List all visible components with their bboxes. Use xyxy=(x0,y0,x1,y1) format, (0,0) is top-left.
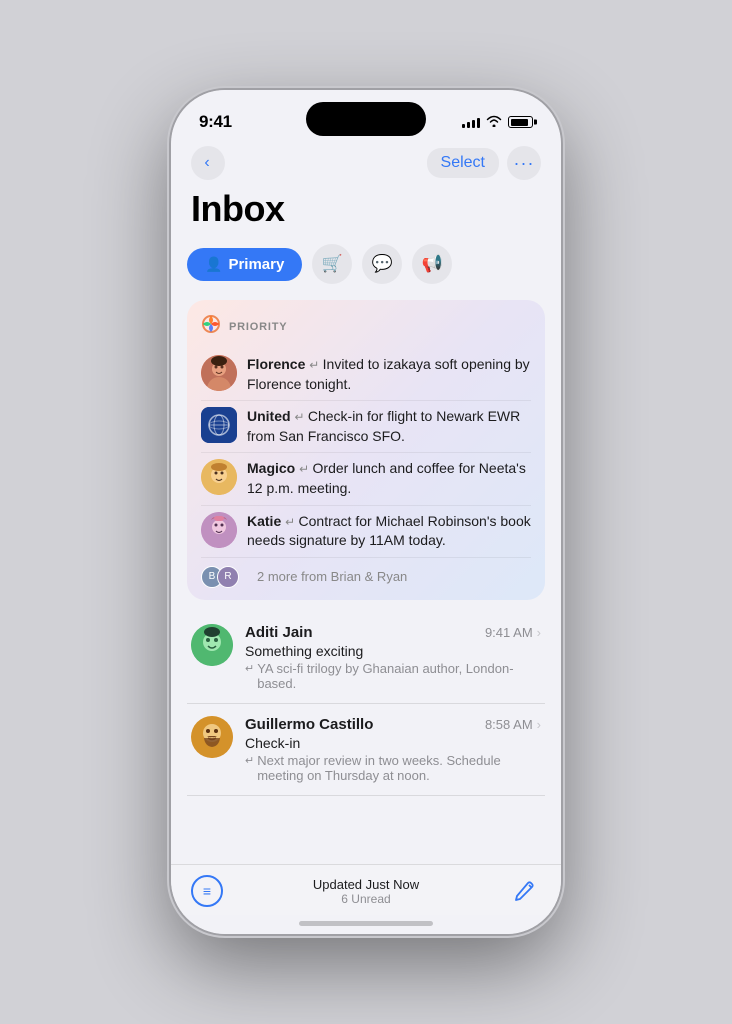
avatar-florence xyxy=(201,355,237,391)
nav-right-actions: Select ··· xyxy=(427,146,541,180)
email-subject-aditi: Something exciting xyxy=(245,643,541,659)
priority-more-row[interactable]: B R 2 more from Brian & Ryan xyxy=(201,558,531,590)
priority-item-florence[interactable]: Florence ↵ Invited to izakaya soft openi… xyxy=(201,349,531,401)
priority-text-katie: Katie ↵ Contract for Michael Robinson's … xyxy=(247,512,531,551)
tab-messages[interactable]: 💬 xyxy=(362,244,402,284)
snippet-icon-2: ↵ xyxy=(245,754,254,767)
tab-primary[interactable]: 👤 Primary xyxy=(187,248,302,281)
back-chevron-icon: ‹ xyxy=(204,155,209,171)
battery-icon xyxy=(508,116,533,128)
primary-tab-icon: 👤 xyxy=(205,256,222,273)
back-button[interactable]: ‹ xyxy=(191,146,225,180)
email-header-guillermo: Guillermo Castillo 8:58 AM › xyxy=(245,716,541,733)
main-content: Inbox 👤 Primary 🛒 💬 📢 xyxy=(171,184,561,864)
priority-text-magico: Magico ↵ Order lunch and coffee for Neet… xyxy=(247,459,531,498)
sync-status: Updated Just Now 6 Unread xyxy=(313,877,419,906)
snippet-icon: ↵ xyxy=(245,662,254,675)
avatar-katie xyxy=(201,512,237,548)
status-time: 9:41 xyxy=(199,112,232,132)
avatar-magico xyxy=(201,459,237,495)
compose-button[interactable] xyxy=(509,875,541,907)
email-sender-aditi: Aditi Jain xyxy=(245,624,313,641)
status-icons xyxy=(462,115,533,130)
email-time-aditi: 9:41 AM xyxy=(485,625,533,640)
list-view-button[interactable]: ≡ xyxy=(191,875,223,907)
email-snippet-aditi: ↵ YA sci-fi trilogy by Ghanaian author, … xyxy=(245,661,541,691)
more-dots-icon: ··· xyxy=(514,154,535,172)
priority-icon xyxy=(201,314,221,339)
tabs-row: 👤 Primary 🛒 💬 📢 xyxy=(187,244,545,284)
more-button[interactable]: ··· xyxy=(507,146,541,180)
list-icon: ≡ xyxy=(203,883,211,899)
signal-icon xyxy=(462,116,480,128)
priority-text-united: United ↵ Check-in for flight to Newark E… xyxy=(247,407,531,446)
email-sender-guillermo: Guillermo Castillo xyxy=(245,716,373,733)
messages-icon: 💬 xyxy=(372,254,393,274)
sync-status-title: Updated Just Now xyxy=(313,877,419,892)
dynamic-island xyxy=(306,102,426,136)
email-snippet-guillermo: ↵ Next major review in two weeks. Schedu… xyxy=(245,753,541,783)
avatar-united xyxy=(201,407,237,443)
email-content-aditi: Aditi Jain 9:41 AM › Something exciting … xyxy=(245,624,541,691)
email-chevron-guillermo: › xyxy=(537,717,541,732)
email-subject-guillermo: Check-in xyxy=(245,735,541,751)
home-indicator xyxy=(299,921,433,926)
wifi-icon xyxy=(486,115,502,130)
priority-text-florence: Florence ↵ Invited to izakaya soft openi… xyxy=(247,355,531,394)
phone-screen: 9:41 xyxy=(171,90,561,934)
priority-item-united[interactable]: United ↵ Check-in for flight to Newark E… xyxy=(201,401,531,453)
priority-item-katie[interactable]: Katie ↵ Contract for Michael Robinson's … xyxy=(201,506,531,558)
primary-tab-label: Primary xyxy=(228,256,284,273)
unread-count: 6 Unread xyxy=(313,892,419,906)
shopping-icon: 🛒 xyxy=(322,254,343,274)
status-bar: 9:41 xyxy=(171,90,561,140)
email-header-aditi: Aditi Jain 9:41 AM › xyxy=(245,624,541,641)
email-item-guillermo[interactable]: Guillermo Castillo 8:58 AM › Check-in ↵ … xyxy=(187,704,545,796)
avatar-guillermo xyxy=(191,716,233,758)
priority-label: PRIORITY xyxy=(229,321,287,333)
select-button[interactable]: Select xyxy=(427,148,499,178)
priority-card: PRIORITY xyxy=(187,300,545,600)
tab-promotions[interactable]: 📢 xyxy=(412,244,452,284)
priority-header: PRIORITY xyxy=(201,314,531,339)
email-content-guillermo: Guillermo Castillo 8:58 AM › Check-in ↵ … xyxy=(245,716,541,783)
avatar-aditi xyxy=(191,624,233,666)
email-item-aditi[interactable]: Aditi Jain 9:41 AM › Something exciting … xyxy=(187,612,545,704)
priority-item-magico[interactable]: Magico ↵ Order lunch and coffee for Neet… xyxy=(201,453,531,505)
nav-bar: ‹ Select ··· xyxy=(171,140,561,184)
more-avatars: B R xyxy=(201,566,239,588)
page-title: Inbox xyxy=(191,188,541,230)
bottom-bar: ≡ Updated Just Now 6 Unread xyxy=(171,864,561,915)
email-time-guillermo: 8:58 AM xyxy=(485,717,533,732)
priority-more-text: 2 more from Brian & Ryan xyxy=(257,569,407,584)
promotions-icon: 📢 xyxy=(422,254,443,274)
phone-frame: 9:41 xyxy=(171,90,561,934)
tab-shopping[interactable]: 🛒 xyxy=(312,244,352,284)
email-chevron-aditi: › xyxy=(537,625,541,640)
